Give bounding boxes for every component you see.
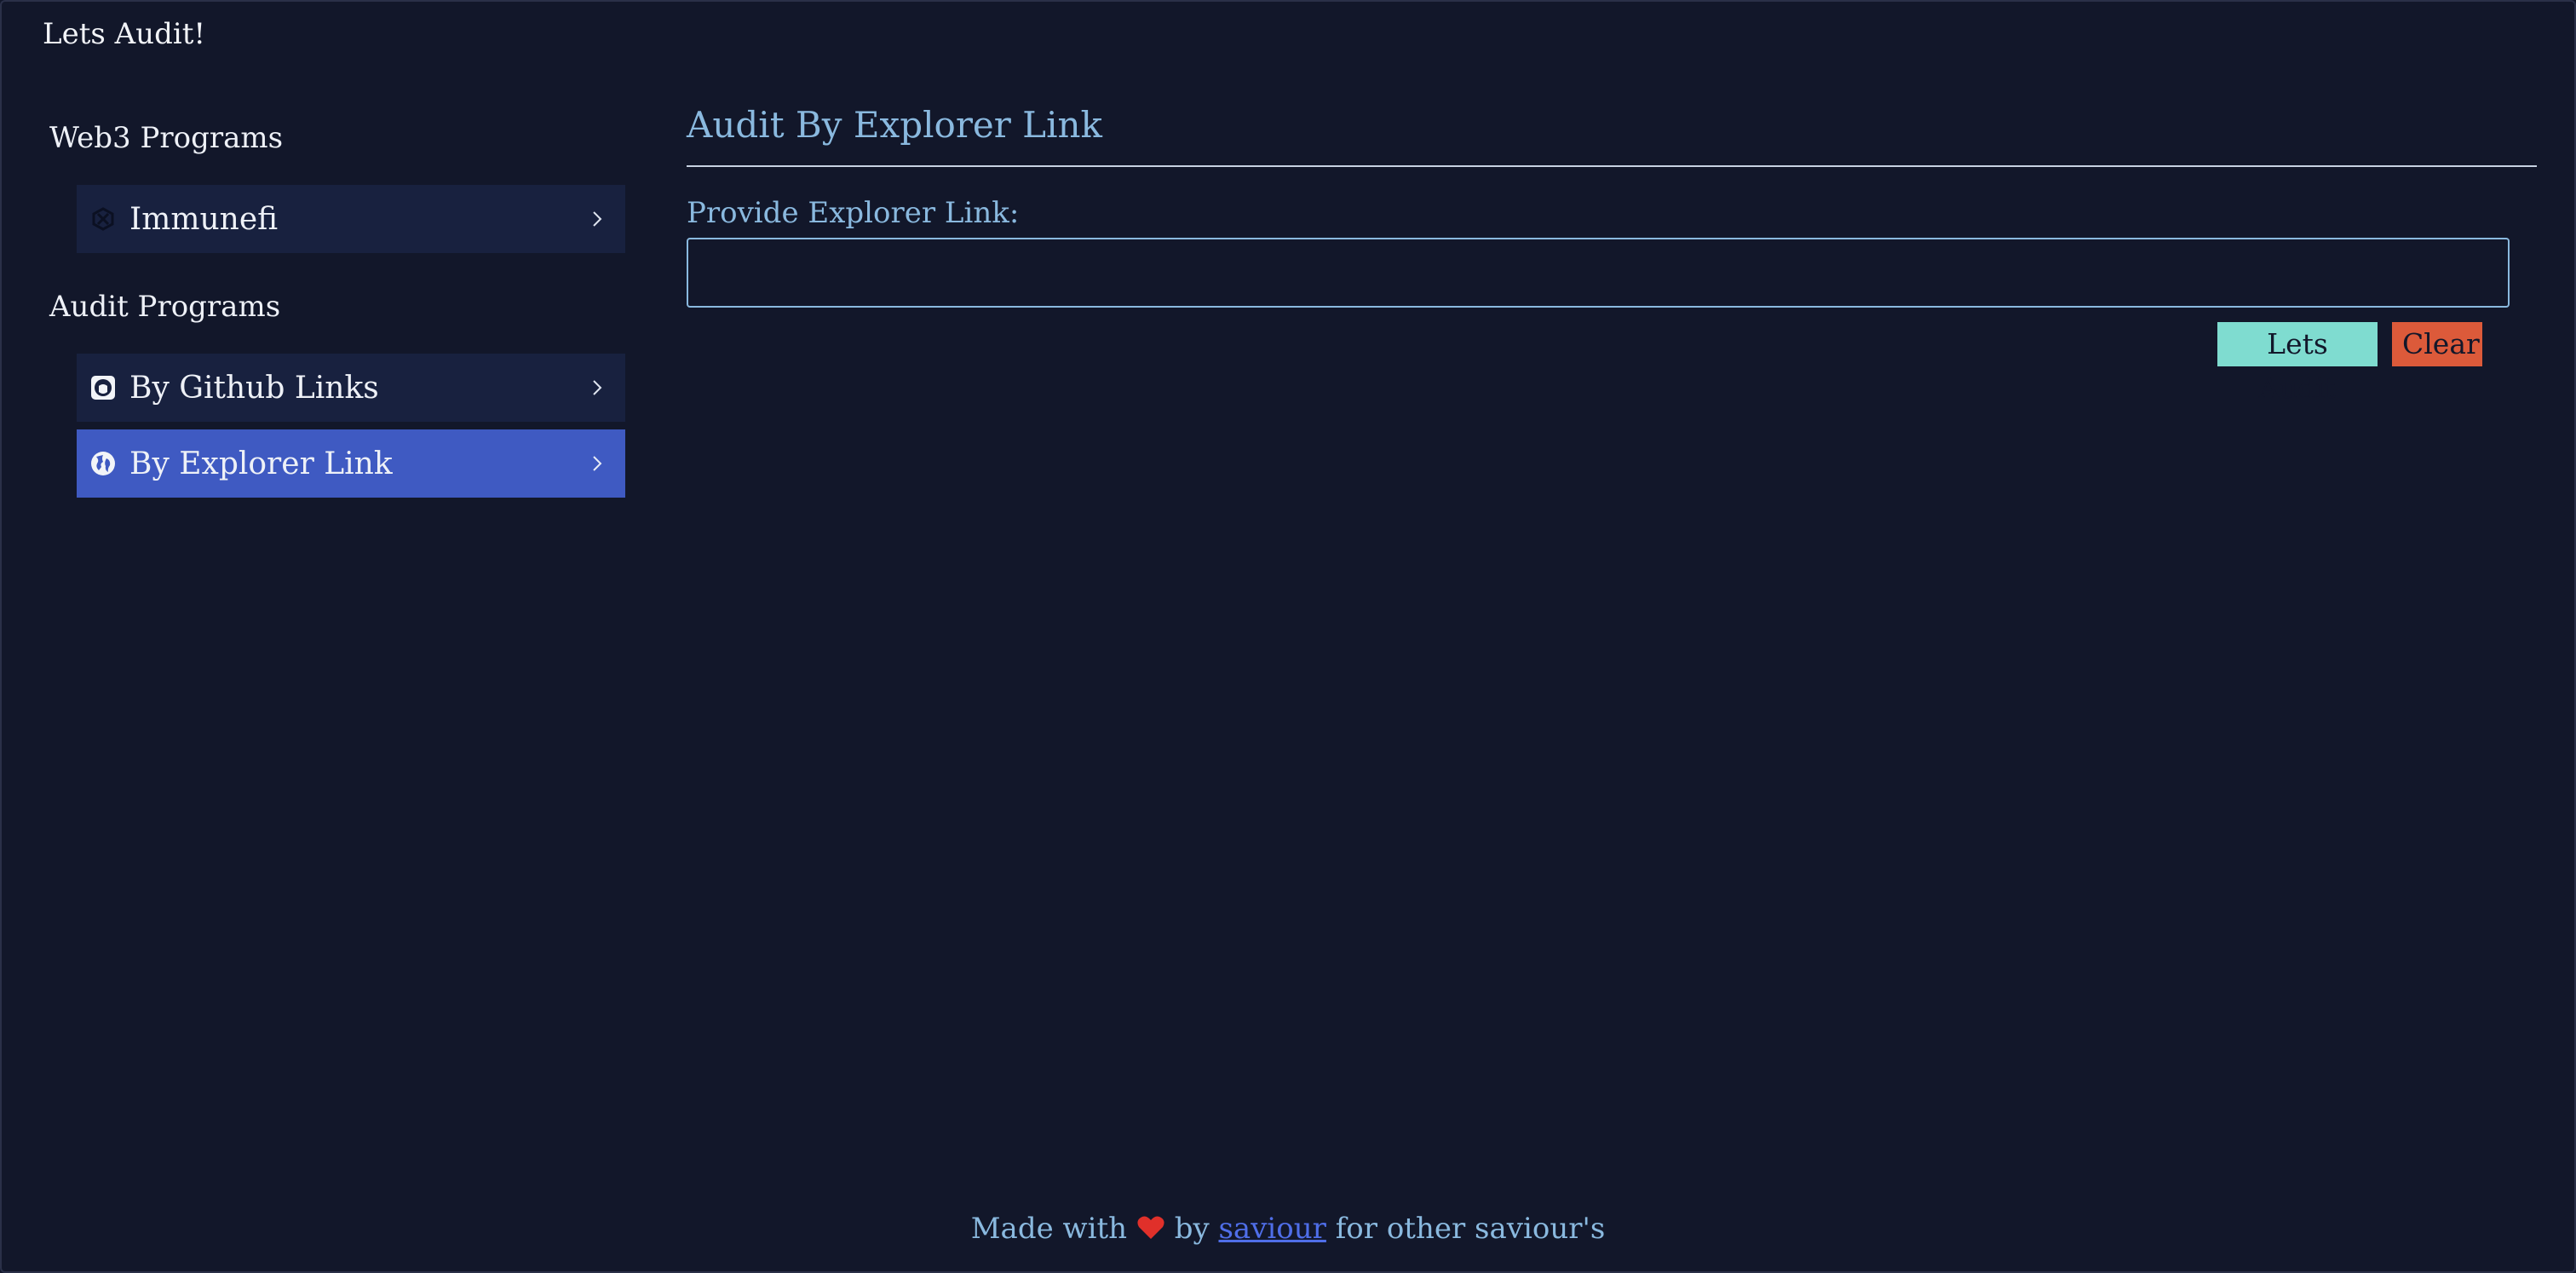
sidebar-item-immunefi[interactable]: Immunefi bbox=[77, 185, 625, 253]
chevron-right-icon bbox=[584, 448, 610, 479]
sidebar-section-web3-programs: Web3 Programs bbox=[49, 121, 284, 155]
app-window: Lets Audit! Web3 Programs Immunefi Audit… bbox=[0, 0, 2576, 1273]
footer: Made with by saviour for other saviour's bbox=[2, 1212, 2574, 1248]
page-title: Audit By Explorer Link bbox=[687, 104, 1103, 146]
explorer-link-input[interactable] bbox=[687, 238, 2510, 308]
globe-icon bbox=[89, 449, 118, 478]
clear-button[interactable]: Clear bbox=[2392, 322, 2482, 366]
sidebar-item-label: By Github Links bbox=[129, 370, 379, 406]
sidebar-item-explorer-link[interactable]: By Explorer Link bbox=[77, 429, 625, 498]
chevron-right-icon bbox=[584, 372, 610, 403]
footer-by: by bbox=[1174, 1212, 1210, 1246]
chevron-right-icon bbox=[584, 204, 610, 234]
explorer-link-label: Provide Explorer Link: bbox=[687, 196, 1020, 230]
github-icon bbox=[89, 373, 118, 402]
sidebar-item-github-links[interactable]: By Github Links bbox=[77, 354, 625, 422]
sidebar-section-audit-programs: Audit Programs bbox=[49, 290, 281, 324]
immunefi-logo-icon bbox=[89, 204, 118, 233]
heart-icon bbox=[1136, 1214, 1165, 1248]
lets-audit-button[interactable]: Lets Audit bbox=[2217, 322, 2378, 405]
footer-suffix: for other saviour's bbox=[1335, 1212, 1606, 1246]
sidebar-item-label: By Explorer Link bbox=[129, 446, 393, 481]
author-link[interactable]: saviour bbox=[1218, 1212, 1325, 1246]
app-title: Lets Audit! bbox=[43, 17, 206, 51]
sidebar-item-label: Immunefi bbox=[129, 201, 279, 237]
footer-prefix: Made with bbox=[970, 1212, 1128, 1246]
title-divider bbox=[687, 165, 2537, 167]
